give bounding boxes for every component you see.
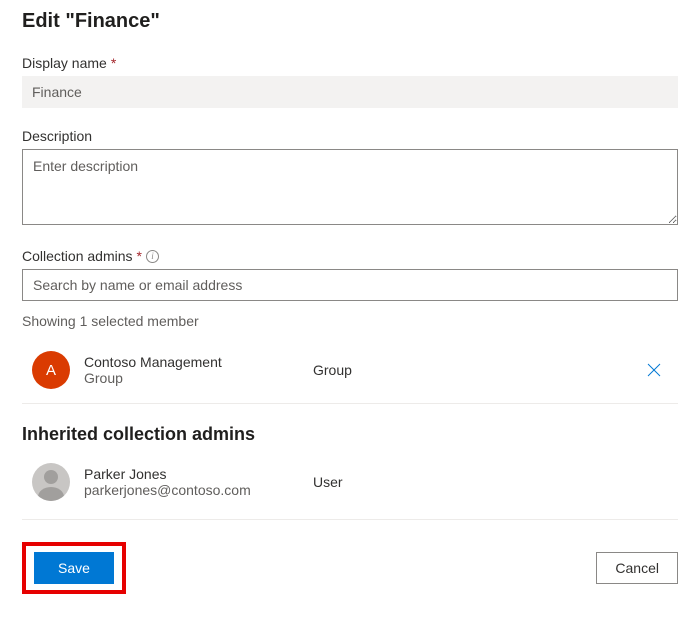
inherited-admins-heading: Inherited collection admins xyxy=(22,424,678,445)
footer: Save Cancel xyxy=(22,538,678,594)
member-sub: Group xyxy=(84,370,299,386)
member-name: Parker Jones xyxy=(84,466,299,482)
member-sub: parkerjones@contoso.com xyxy=(84,482,299,498)
required-indicator: * xyxy=(137,248,142,264)
avatar xyxy=(32,463,70,501)
page-title: Edit "Finance" xyxy=(22,10,678,33)
highlight-box: Save xyxy=(22,542,126,594)
display-name-label: Display name * xyxy=(22,55,678,71)
description-input[interactable] xyxy=(22,149,678,225)
admin-member-row: A Contoso Management Group Group xyxy=(22,343,678,404)
member-type: Group xyxy=(313,362,624,378)
close-icon xyxy=(647,363,661,377)
member-name: Contoso Management xyxy=(84,354,299,370)
description-label: Description xyxy=(22,128,678,144)
display-name-input[interactable] xyxy=(22,76,678,108)
inherited-member-row: Parker Jones parkerjones@contoso.com Use… xyxy=(22,459,678,520)
remove-member-button[interactable] xyxy=(638,354,670,386)
cancel-button[interactable]: Cancel xyxy=(596,552,678,584)
info-icon[interactable]: i xyxy=(146,250,159,263)
required-indicator: * xyxy=(111,55,116,71)
save-button[interactable]: Save xyxy=(34,552,114,584)
collection-admins-label: Collection admins * i xyxy=(22,248,678,264)
showing-count: Showing 1 selected member xyxy=(22,313,678,329)
avatar: A xyxy=(32,351,70,389)
member-type: User xyxy=(313,474,678,490)
admin-search-input[interactable] xyxy=(22,269,678,301)
